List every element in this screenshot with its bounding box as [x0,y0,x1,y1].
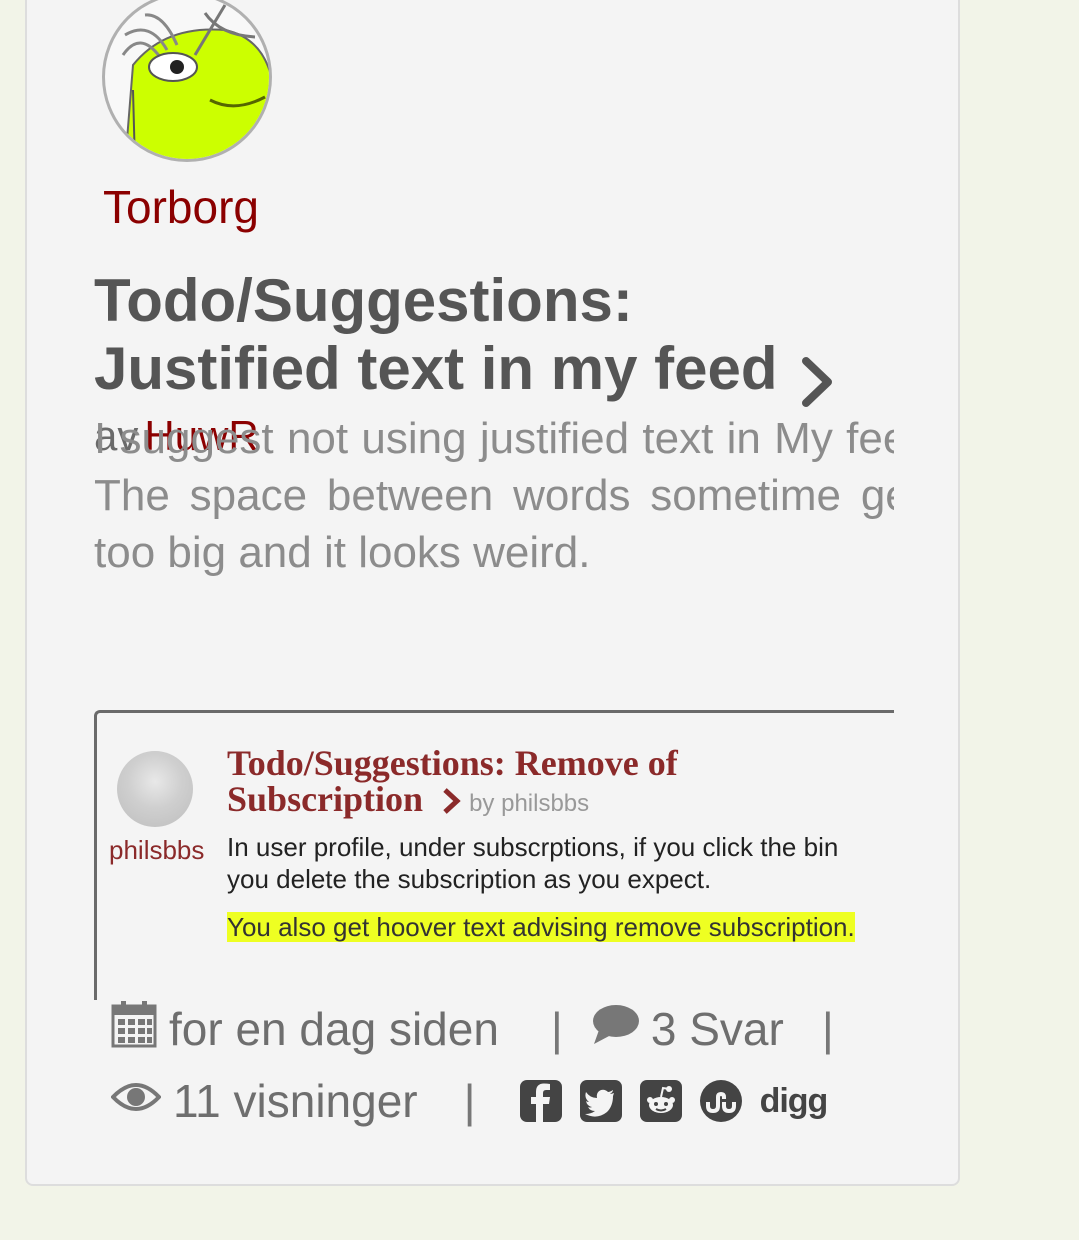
embedded-by: by philsbbs [469,790,590,817]
post-excerpt-text: I suggest not using justified text in My… [94,414,894,577]
views-count: 11 visninger [173,1075,418,1127]
social-share: digg [519,1080,829,1122]
embedded-text: In user profile, under subscrptions, if … [227,832,839,894]
embedded-chevron-icon [441,785,461,821]
author-name-link[interactable]: Torborg [103,180,259,234]
embedded-screenshot[interactable]: philsbbs Todo/Suggestions: Remove of Sub… [94,710,894,1000]
comment-icon [591,1002,641,1057]
separator: | [821,1003,834,1055]
author-avatar[interactable] [102,0,272,162]
separator: | [463,1075,476,1127]
calendar-icon [111,1000,157,1059]
eye-icon [110,1074,162,1128]
embedded-highlight-text: You also get hoover text advising remove… [227,912,855,942]
embedded-avatar [117,751,193,827]
meta-row-2: 11 visninger | digg [110,1069,941,1133]
post-title[interactable]: Todo/Suggestions: Justified text in my f… [94,267,778,402]
replies-count[interactable]: 3 Svar [651,1002,784,1056]
facebook-icon[interactable] [519,1080,562,1122]
post-meta: for en dag siden | 3 Svar | 11 visninger… [110,997,941,1133]
embedded-title-block: Todo/Suggestions: Remove of Subscription… [227,745,867,822]
embedded-highlight: You also get hoover text advising remove… [227,911,887,943]
post-card: Torborg Todo/Suggestions: Justified text… [25,0,960,1186]
chevron-right-icon [800,357,834,412]
reddit-icon[interactable] [639,1080,682,1122]
stumbleupon-icon[interactable] [699,1080,742,1122]
post-time: for en dag siden [169,1003,499,1055]
digg-link[interactable]: digg [760,1082,829,1121]
twitter-icon[interactable] [579,1080,622,1122]
embedded-user: philsbbs [109,835,205,865]
meta-row-1: for en dag siden | 3 Svar | [111,997,941,1061]
post-excerpt: I suggest not using justified text in My… [94,410,894,581]
separator: | [550,1003,563,1055]
